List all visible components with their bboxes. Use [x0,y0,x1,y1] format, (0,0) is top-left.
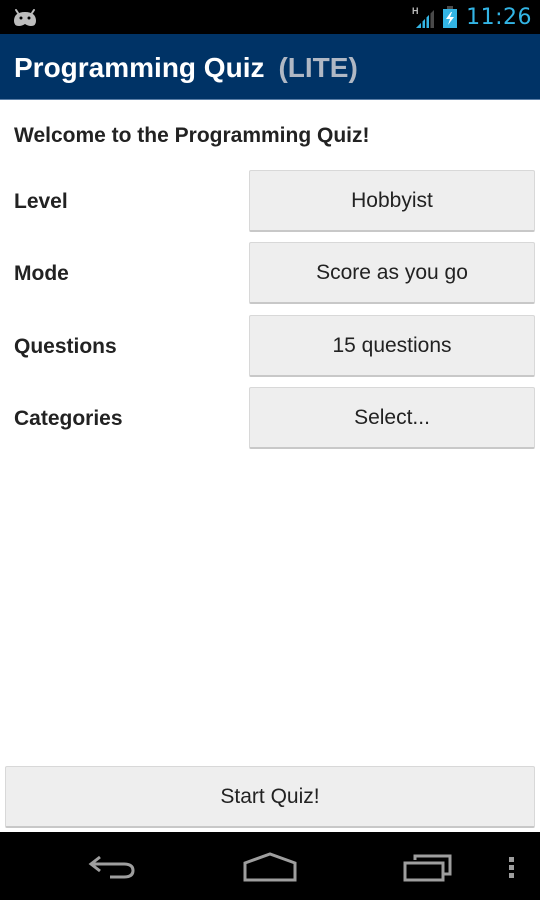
mode-label: Mode [14,262,69,285]
categories-label: Categories [14,407,123,430]
overflow-menu-icon[interactable] [508,856,516,880]
questions-button[interactable]: 15 questions [249,315,535,377]
battery-charging-icon [443,6,458,28]
mode-value: Score as you go [316,260,468,284]
action-bar: Programming Quiz (LITE) [0,34,540,100]
home-icon[interactable] [243,852,297,882]
questions-value: 15 questions [332,333,452,357]
categories-button[interactable]: Select... [249,387,535,449]
status-icons: H 11:26 [412,0,532,34]
network-type-label: H [412,6,419,16]
app-title-text: Programming Quiz [14,52,265,83]
welcome-heading: Welcome to the Programming Quiz! [14,124,370,147]
start-quiz-button[interactable]: Start Quiz! [5,766,535,828]
android-icon [14,9,36,26]
level-value: Hobbyist [351,188,433,212]
level-button[interactable]: Hobbyist [249,170,535,232]
level-label: Level [14,190,68,213]
app-title: Programming Quiz (LITE) [14,52,358,84]
start-quiz-label: Start Quiz! [220,784,320,808]
clock: 11:26 [466,4,532,30]
navigation-bar [0,832,540,900]
back-icon[interactable] [88,854,138,880]
app-edition-label: (LITE) [278,52,358,83]
categories-value: Select... [354,405,430,429]
status-bar: H 11:26 [0,0,540,34]
recent-apps-icon[interactable] [403,854,453,882]
questions-label: Questions [14,335,117,358]
mode-button[interactable]: Score as you go [249,242,535,304]
signal-icon: H [412,6,435,28]
